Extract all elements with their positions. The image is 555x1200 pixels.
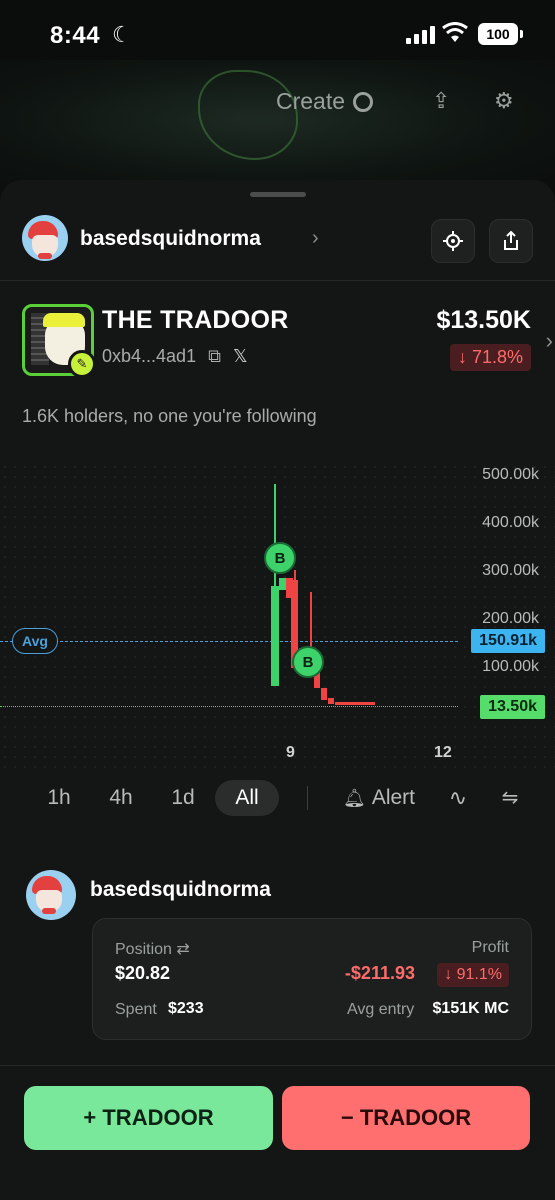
token-name: THE TRADOOR: [102, 306, 289, 334]
current-price-label: 13.50k: [480, 695, 545, 719]
avatar[interactable]: [22, 215, 68, 261]
spent-label: Spent: [115, 1001, 157, 1018]
avg-value-label: 150.91k: [471, 629, 545, 653]
candle: [328, 698, 334, 704]
avatar[interactable]: [26, 870, 76, 920]
token-address-row: 0xb4...4ad1 ⧉ 𝕏: [102, 346, 247, 367]
buy-button[interactable]: + TRADOOR: [24, 1086, 273, 1150]
cellular-signal-icon: [406, 26, 435, 44]
chevron-right-icon[interactable]: ›: [546, 328, 553, 354]
moon-icon: ☾: [112, 22, 132, 47]
create-circle-icon: [353, 91, 374, 112]
buy-marker[interactable]: B: [264, 542, 296, 574]
candle: [321, 688, 327, 700]
candle: [279, 578, 286, 590]
x-tick: 12: [434, 744, 452, 761]
token-sheet: basedsquidnorma › ✎ THE TRADOOR 0xb4...4…: [0, 180, 555, 1200]
bell-icon: 🔔︎: [342, 788, 366, 808]
holders-text: 1.6K holders, no one you're following: [22, 406, 317, 426]
background-app: Create ⇪ ⚙: [0, 60, 555, 190]
settings-sliders-icon[interactable]: ⇋: [492, 780, 528, 816]
divider: [0, 280, 555, 281]
position-header: basedsquidnorma: [26, 870, 271, 920]
position-label: Position: [115, 941, 172, 958]
alert-button[interactable]: 🔔︎ Alert: [334, 780, 424, 816]
create-label: Create: [276, 88, 346, 114]
candle: [335, 702, 375, 705]
profit-pct-badge: ↓ 91.1%: [437, 963, 509, 987]
pen-icon: ✎: [68, 350, 96, 378]
timeframe-1h[interactable]: 1h: [34, 780, 84, 816]
profit-value: -$211.93: [344, 963, 415, 983]
wifi-icon: [442, 22, 468, 42]
copy-icon[interactable]: ⧉: [208, 346, 221, 367]
avg-entry-value: $151K MC: [432, 1000, 509, 1017]
avg-line: [0, 641, 458, 642]
sheet-handle[interactable]: [250, 192, 306, 197]
share-button[interactable]: [489, 219, 533, 263]
token-row[interactable]: ✎ THE TRADOOR 0xb4...4ad1 ⧉ 𝕏 $13.50K ↓ …: [22, 304, 553, 384]
profile-row: basedsquidnorma ›: [22, 215, 533, 267]
x-tick: 9: [286, 744, 295, 761]
action-bar: + TRADOOR − TRADOOR: [0, 1065, 555, 1200]
candle: [271, 586, 279, 686]
timeframe-4h[interactable]: 4h: [96, 780, 146, 816]
price-chart[interactable]: 500.00k 400.00k 300.00k 200.00k 100.00k …: [0, 462, 555, 772]
sell-button[interactable]: − TRADOOR: [282, 1086, 530, 1150]
swap-icon[interactable]: ⇄: [176, 941, 189, 958]
y-tick: 100.00k: [482, 658, 539, 675]
y-tick: 300.00k: [482, 562, 539, 579]
buy-marker[interactable]: B: [292, 646, 324, 678]
divider: [307, 786, 308, 810]
current-price-line: [0, 706, 458, 707]
position-value: $20.82: [115, 963, 171, 983]
token-price: $13.50K: [436, 306, 531, 334]
position-username[interactable]: basedsquidnorma: [90, 878, 271, 902]
y-tick: 500.00k: [482, 466, 539, 483]
crosshair-button[interactable]: [431, 219, 475, 263]
x-icon[interactable]: 𝕏: [233, 346, 248, 367]
profit-label: Profit: [471, 939, 509, 956]
timeframe-bar: 1h 4h 1d All 🔔︎ Alert ∿ ⇋: [0, 780, 555, 820]
avg-entry-label: Avg entry: [347, 1001, 415, 1018]
share-icon: [504, 231, 518, 250]
position-card[interactable]: Position ⇄ $20.82 Profit -$211.93 ↓ 91.1…: [92, 918, 532, 1040]
price-change-badge: ↓ 71.8%: [449, 344, 531, 371]
battery-indicator: 100: [478, 23, 523, 45]
share-icon[interactable]: ⇪: [432, 88, 450, 114]
position-label-row: Position ⇄: [115, 939, 190, 959]
avg-tag: Avg: [12, 628, 58, 654]
map-shape: [198, 70, 298, 160]
timeframe-all[interactable]: All: [215, 780, 279, 816]
crosshair-icon: [443, 231, 463, 251]
line-chart-icon[interactable]: ∿: [440, 780, 476, 816]
timeframe-1d[interactable]: 1d: [158, 780, 208, 816]
spent-value: $233: [168, 1000, 204, 1017]
status-time: 8:44: [50, 22, 101, 49]
token-address: 0xb4...4ad1: [102, 346, 197, 366]
chevron-right-icon[interactable]: ›: [312, 227, 319, 250]
gear-icon[interactable]: ⚙: [494, 88, 514, 114]
alert-label: Alert: [371, 786, 416, 809]
create-button[interactable]: Create: [276, 88, 374, 115]
profile-username[interactable]: basedsquidnorma: [80, 227, 261, 251]
y-tick: 200.00k: [482, 610, 539, 627]
y-tick: 400.00k: [482, 514, 539, 531]
